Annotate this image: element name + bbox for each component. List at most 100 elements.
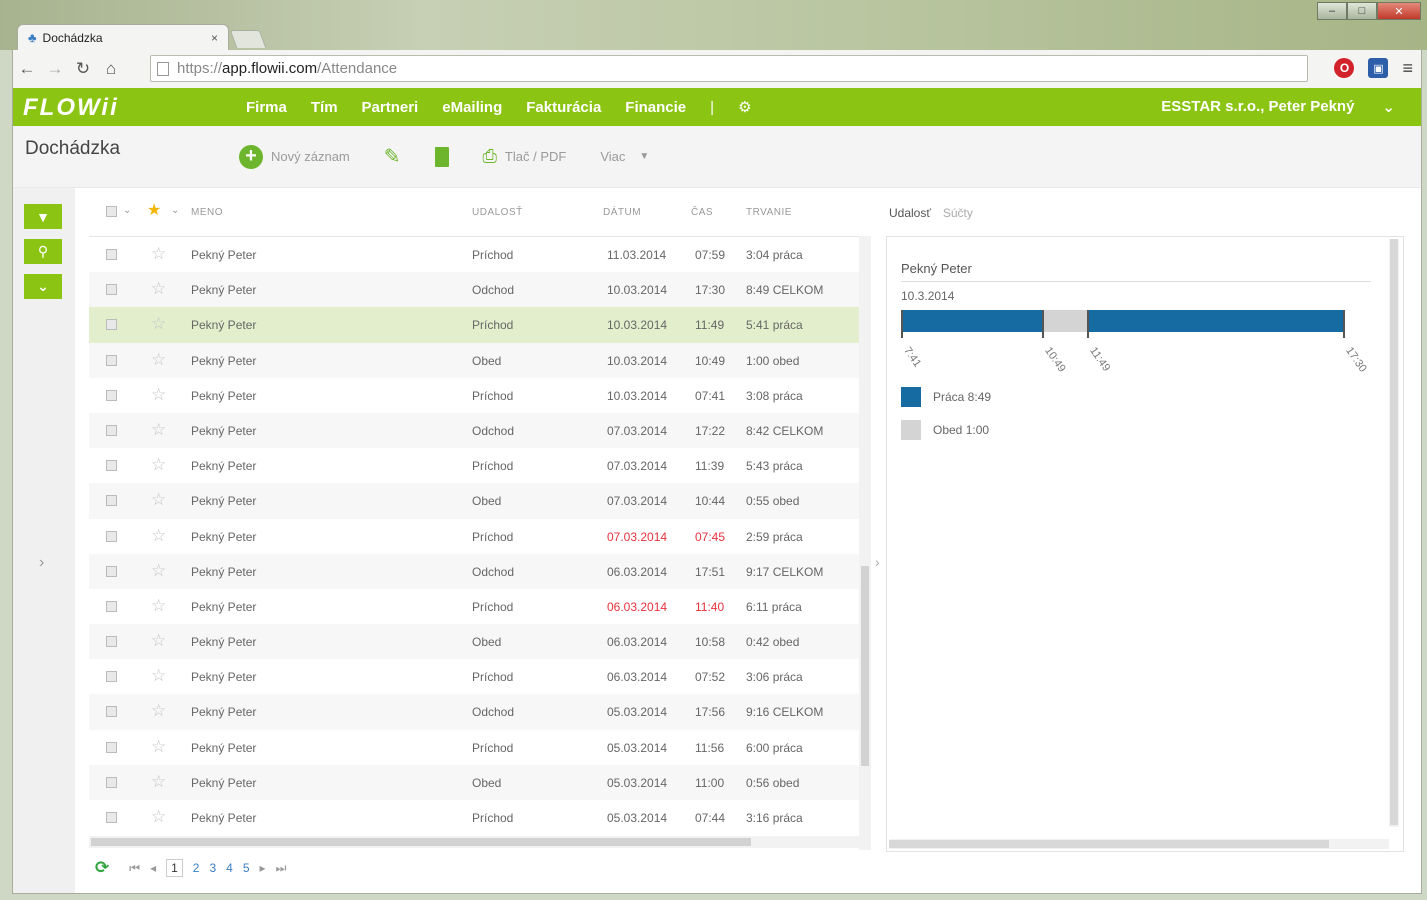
print-pdf-button[interactable]: ⎙ Tlač / PDF xyxy=(483,146,567,167)
browser-tab[interactable]: ♣ Dochádzka × xyxy=(17,24,229,50)
home-icon[interactable]: ⌂ xyxy=(97,59,125,79)
star-icon[interactable]: ☆ xyxy=(151,314,166,334)
star-icon[interactable]: ☆ xyxy=(151,350,166,370)
new-tab-button[interactable] xyxy=(229,30,267,48)
refresh-icon[interactable]: ⟳ xyxy=(95,858,109,878)
panel-splitter-icon[interactable]: › xyxy=(875,554,880,570)
edit-button[interactable]: ✎ xyxy=(384,144,401,169)
header-duration[interactable]: TRVANIE xyxy=(746,207,792,218)
star-icon[interactable]: ☆ xyxy=(151,807,166,827)
table-row[interactable]: ☆ Pekný Peter Príchod 10.03.2014 07:41 3:08 p… xyxy=(89,378,871,413)
table-row[interactable]: ☆ Pekný Peter Príchod 05.03.2014 07:44 3:16 p… xyxy=(89,800,871,835)
star-icon[interactable]: ☆ xyxy=(151,490,166,510)
table-row[interactable]: ☆ Pekný Peter Príchod 11.03.2014 07:59 3:04 p… xyxy=(89,237,871,272)
table-row[interactable]: ☆ Pekný Peter Odchod 06.03.2014 17:51 9:17 CE… xyxy=(89,553,871,589)
expand-button[interactable]: ⌄ xyxy=(24,274,62,299)
first-page-icon[interactable]: ⏮ xyxy=(129,861,140,876)
star-icon[interactable]: ☆ xyxy=(151,455,166,475)
browser-menu-icon[interactable]: ≡ xyxy=(1402,58,1413,79)
tab-close-icon[interactable]: × xyxy=(211,31,218,45)
row-checkbox[interactable] xyxy=(106,424,117,439)
maximize-button[interactable]: □ xyxy=(1347,2,1377,20)
settings-gear-icon[interactable]: ⚙ xyxy=(738,98,751,116)
page-3[interactable]: 3 xyxy=(209,861,216,875)
page-1[interactable]: 1 xyxy=(166,859,183,877)
detail-vertical-scrollbar[interactable] xyxy=(1389,239,1399,827)
new-record-button[interactable]: + Nový záznam xyxy=(239,144,350,169)
nav-partneri[interactable]: Partneri xyxy=(362,99,419,116)
star-icon[interactable]: ☆ xyxy=(151,631,166,651)
table-row[interactable]: ☆ Pekný Peter Obed 10.03.2014 10:49 1:00 obed xyxy=(89,342,871,378)
forward-icon[interactable]: → xyxy=(41,59,69,79)
row-checkbox[interactable] xyxy=(106,354,117,369)
star-icon[interactable]: ☆ xyxy=(151,666,166,686)
row-checkbox[interactable] xyxy=(106,636,117,650)
nav-tim[interactable]: Tím xyxy=(311,99,338,116)
table-row[interactable]: ☆ Pekný Peter Odchod 10.03.2014 17:30 8:49 CE… xyxy=(89,272,871,308)
star-icon[interactable]: ☆ xyxy=(151,244,166,264)
nav-firma[interactable]: Firma xyxy=(246,99,287,116)
filter-button[interactable]: ▼ xyxy=(24,204,62,229)
prev-page-icon[interactable]: ◂ xyxy=(150,861,156,875)
page-2[interactable]: 2 xyxy=(193,861,200,875)
row-checkbox[interactable] xyxy=(106,530,117,545)
table-row[interactable]: ☆ Pekný Peter Príchod 07.03.2014 11:39 5:43 p… xyxy=(89,448,871,483)
row-checkbox[interactable] xyxy=(106,565,117,580)
tab-event[interactable]: Udalosť xyxy=(889,206,931,220)
detail-horizontal-scrollbar[interactable] xyxy=(889,839,1389,849)
sidebar-expand-icon[interactable]: › xyxy=(39,554,44,572)
select-chevron-icon[interactable]: ⌄ xyxy=(123,205,132,216)
extension-icon[interactable]: ▣ xyxy=(1368,58,1389,78)
table-row[interactable]: ☆ Pekný Peter Obed 07.03.2014 10:44 0:55 obed xyxy=(89,483,871,519)
page-5[interactable]: 5 xyxy=(243,861,250,875)
star-icon[interactable]: ☆ xyxy=(151,420,166,440)
more-dropdown[interactable]: Viac ▼ xyxy=(600,149,649,164)
star-icon[interactable]: ☆ xyxy=(151,561,166,581)
page-4[interactable]: 4 xyxy=(226,861,233,875)
table-row[interactable]: ☆ Pekný Peter Príchod 06.03.2014 07:52 3:06 p… xyxy=(89,659,871,694)
minimize-button[interactable]: – xyxy=(1317,2,1347,20)
header-event[interactable]: UDALOSŤ xyxy=(472,207,523,218)
select-all-checkbox[interactable] xyxy=(106,206,117,220)
row-checkbox[interactable] xyxy=(106,460,117,474)
row-checkbox[interactable] xyxy=(106,741,117,756)
nav-emailing[interactable]: eMailing xyxy=(442,99,502,116)
row-checkbox[interactable] xyxy=(106,706,117,720)
close-window-button[interactable]: ✕ xyxy=(1377,2,1421,20)
user-menu[interactable]: ESSTAR s.r.o., Peter Pekný ⌄ xyxy=(1161,98,1395,116)
list-vertical-scrollbar[interactable] xyxy=(859,236,871,850)
star-icon[interactable]: ☆ xyxy=(151,701,166,721)
row-checkbox[interactable] xyxy=(106,249,117,263)
nav-financie[interactable]: Financie xyxy=(625,99,686,116)
row-checkbox[interactable] xyxy=(106,495,117,509)
table-row[interactable]: ☆ Pekný Peter Obed 05.03.2014 11:00 0:56 obed xyxy=(89,764,871,800)
star-icon[interactable]: ☆ xyxy=(151,596,166,616)
table-row[interactable]: ☆ Pekný Peter Príchod 10.03.2014 11:49 5:41 p… xyxy=(89,307,871,343)
row-checkbox[interactable] xyxy=(106,812,117,826)
back-icon[interactable]: ← xyxy=(13,59,41,79)
tab-totals[interactable]: Súčty xyxy=(943,206,973,220)
header-name[interactable]: MENO xyxy=(191,207,223,218)
star-icon[interactable]: ☆ xyxy=(151,526,166,546)
address-bar[interactable]: https://app.flowii.com/Attendance xyxy=(150,55,1308,82)
star-icon[interactable]: ☆ xyxy=(151,385,166,405)
table-row[interactable]: ☆ Pekný Peter Príchod 06.03.2014 11:40 6:11 p… xyxy=(89,589,871,624)
search-button[interactable]: ⚲ xyxy=(24,239,62,264)
nav-fakturacia[interactable]: Fakturácia xyxy=(526,99,601,116)
next-page-icon[interactable]: ▸ xyxy=(260,861,266,875)
row-checkbox[interactable] xyxy=(106,319,117,333)
star-icon[interactable]: ☆ xyxy=(151,737,166,757)
delete-button[interactable] xyxy=(434,146,449,167)
row-checkbox[interactable] xyxy=(106,600,117,615)
table-row[interactable]: ☆ Pekný Peter Odchod 07.03.2014 17:22 8:42 CE… xyxy=(89,412,871,449)
opera-extension-icon[interactable]: O xyxy=(1334,58,1355,78)
header-time[interactable]: ČAS xyxy=(691,207,713,218)
star-icon[interactable]: ☆ xyxy=(151,279,166,299)
reload-icon[interactable]: ↻ xyxy=(69,59,97,79)
flowii-logo[interactable]: FLOWii xyxy=(23,94,119,122)
star-icon[interactable]: ☆ xyxy=(151,772,166,792)
star-chevron-icon[interactable]: ⌄ xyxy=(171,205,180,216)
row-checkbox[interactable] xyxy=(106,671,117,685)
header-date[interactable]: DÁTUM xyxy=(603,207,641,218)
table-row[interactable]: ☆ Pekný Peter Obed 06.03.2014 10:58 0:42 obed xyxy=(89,624,871,660)
